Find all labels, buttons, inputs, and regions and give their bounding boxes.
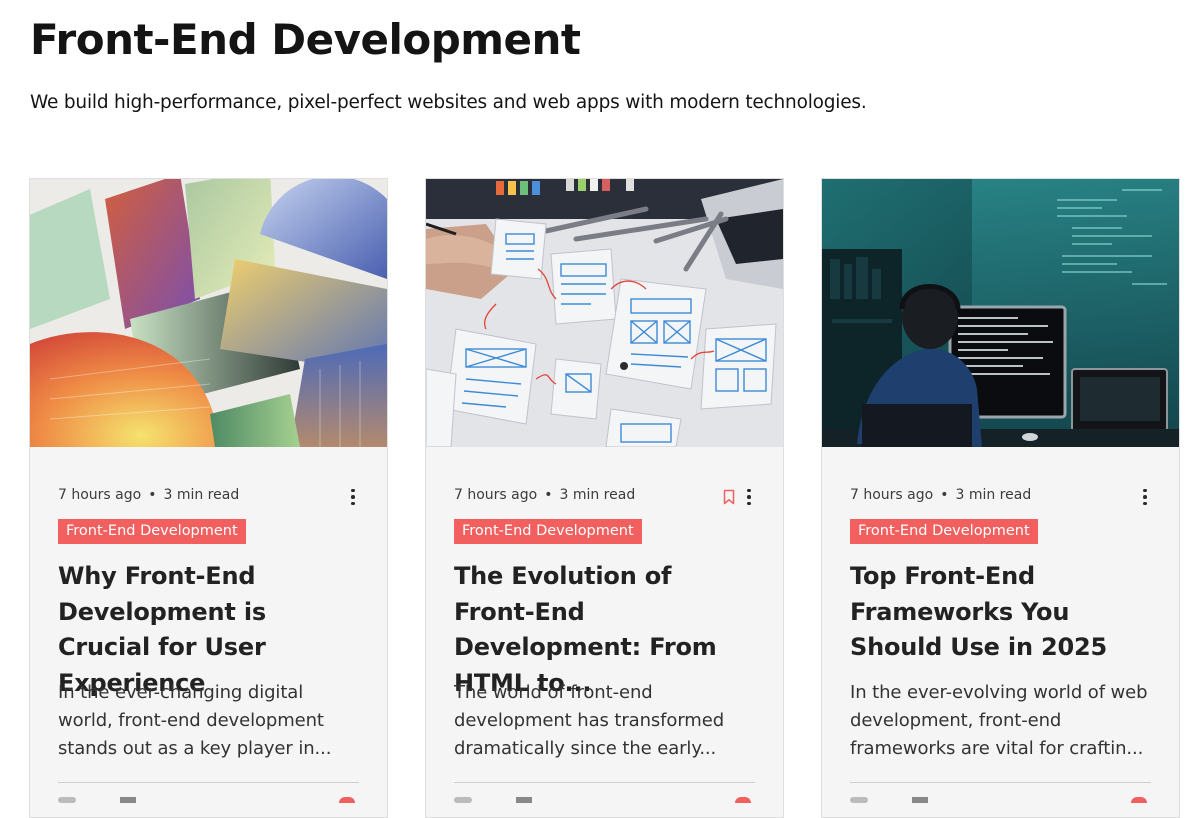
card-read-time: 3 min read — [163, 487, 240, 503]
card-excerpt: The world of front-end development has t… — [454, 682, 725, 759]
card-read-time: 3 min read — [955, 487, 1032, 503]
card-actions — [347, 487, 359, 507]
more-options-icon[interactable] — [347, 487, 359, 507]
gradient-panels-image — [30, 179, 387, 447]
card-actions — [723, 487, 755, 507]
wireframe-image — [426, 179, 783, 447]
card-image[interactable] — [426, 179, 783, 447]
card-image[interactable] — [30, 179, 387, 447]
meta-separator: • — [148, 487, 157, 503]
card-meta: 7 hours ago • 3 min read — [58, 487, 359, 507]
card-footer — [850, 797, 1151, 807]
bookmark-icon[interactable] — [723, 489, 735, 505]
comments-icon[interactable] — [912, 797, 928, 803]
category-tag[interactable]: Front-End Development — [850, 519, 1038, 544]
card-image[interactable] — [822, 179, 1179, 447]
card-footer — [454, 797, 755, 807]
page-title: Front-End Development — [30, 15, 581, 64]
comments-icon[interactable] — [120, 797, 136, 803]
blog-card[interactable]: 7 hours ago • 3 min read Front-End Develop… — [425, 178, 784, 818]
card-time: 7 hours ago — [850, 487, 934, 503]
card-footer — [58, 797, 359, 807]
views-icon — [454, 797, 472, 803]
blog-card[interactable]: 7 hours ago • 3 min read Front-End Develop… — [821, 178, 1180, 818]
card-excerpt: In the ever-evolving world of web develo… — [850, 682, 1148, 759]
views-icon — [850, 797, 868, 803]
card-divider — [454, 782, 755, 783]
page-header: Front-End Development We build high-perf… — [30, 14, 867, 116]
card-time: 7 hours ago — [454, 487, 538, 503]
card-actions — [1139, 487, 1151, 507]
like-icon[interactable] — [735, 797, 751, 803]
card-meta: 7 hours ago • 3 min read — [454, 487, 755, 507]
card-divider — [58, 782, 359, 783]
card-time: 7 hours ago — [58, 487, 142, 503]
more-options-icon[interactable] — [1139, 487, 1151, 507]
meta-separator: • — [544, 487, 553, 503]
page-subtitle: We build high-performance, pixel-perfect… — [30, 92, 867, 113]
card-excerpt: In the ever-changing digital world, fron… — [58, 682, 332, 759]
card-title[interactable]: Top Front-End Frameworks You Should Use … — [850, 559, 1151, 666]
like-icon[interactable] — [339, 797, 355, 803]
comments-icon[interactable] — [516, 797, 532, 803]
developer-image — [822, 179, 1179, 447]
like-icon[interactable] — [1131, 797, 1147, 803]
more-options-icon[interactable] — [743, 487, 755, 507]
meta-separator: • — [940, 487, 949, 503]
category-tag[interactable]: Front-End Development — [454, 519, 642, 544]
views-icon — [58, 797, 76, 803]
blog-card[interactable]: 7 hours ago • 3 min read Front-End Develop… — [29, 178, 388, 818]
card-divider — [850, 782, 1151, 783]
card-meta: 7 hours ago • 3 min read — [850, 487, 1151, 507]
card-read-time: 3 min read — [559, 487, 636, 503]
category-tag[interactable]: Front-End Development — [58, 519, 246, 544]
